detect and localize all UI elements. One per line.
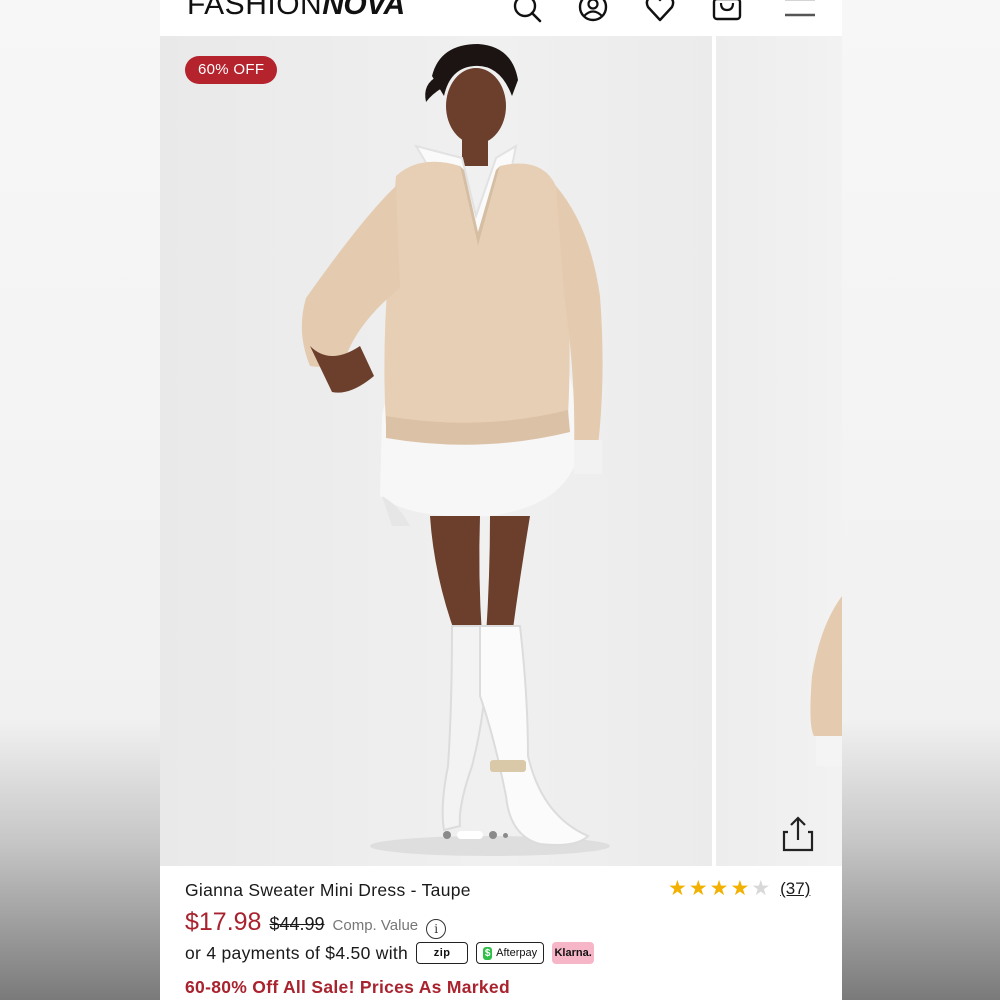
klarna-label: Klarna.	[554, 947, 592, 959]
gallery-dot-active[interactable]	[457, 831, 483, 839]
star-filled-icon: ★	[709, 877, 729, 900]
comp-value-label: Comp. Value	[332, 917, 419, 934]
gallery-dot[interactable]	[489, 831, 497, 839]
klarna-logo[interactable]: Klarna.	[552, 942, 595, 964]
product-image-next[interactable]	[716, 36, 842, 866]
sale-price: $17.98	[185, 908, 262, 936]
afterpay-dollar-icon: $	[483, 946, 493, 960]
afterpay-label: Afterpay	[496, 947, 538, 959]
sale-banner-text[interactable]: 60-80% Off All Sale! Prices As Marked	[185, 977, 510, 998]
product-info: Gianna Sweater Mini Dress - Taupe ★ ★ ★ …	[160, 866, 842, 1000]
logo-text-thin: FASHION	[187, 0, 323, 21]
product-image-main[interactable]: 60% OFF	[160, 36, 712, 866]
installment-row: or 4 payments of $4.50 with zip $ Afterpa…	[185, 942, 595, 964]
original-price: $44.99	[269, 914, 325, 934]
background-blur-right	[842, 0, 1000, 1000]
background-blur-left	[0, 0, 160, 1000]
star-filled-icon: ★	[730, 877, 750, 900]
star-filled-icon: ★	[668, 877, 687, 900]
product-rating[interactable]: ★ ★ ★ ★ ★ (37)	[668, 878, 810, 900]
installment-text: or 4 payments of $4.50 with	[185, 942, 409, 963]
price-row: $17.98 $44.99 Comp. Value i	[185, 908, 447, 939]
model-photo-illustration	[301, 44, 610, 856]
review-count-link[interactable]: (37)	[780, 879, 810, 899]
zip-label: zip	[433, 947, 451, 959]
rating-stars: ★ ★ ★ ★ ★	[668, 878, 770, 900]
afterpay-logo[interactable]: $ Afterpay	[476, 942, 545, 964]
info-icon[interactable]: i	[426, 919, 447, 939]
shopping-bag-icon[interactable]	[709, 0, 745, 28]
brand-logo[interactable]: FASHIONNOVA	[187, 0, 405, 22]
share-upload-icon[interactable]	[778, 814, 818, 854]
wishlist-heart-icon[interactable]	[642, 0, 678, 28]
gallery-pagination-dots[interactable]	[443, 831, 508, 839]
mobile-page: FASHIONNOVA 60% OFF Gianna Sweater Mini …	[160, 0, 842, 1000]
gallery-dot[interactable]	[443, 831, 451, 839]
product-title: Gianna Sweater Mini Dress - Taupe	[185, 880, 471, 900]
search-icon[interactable]	[509, 0, 545, 28]
product-image-gallery[interactable]: 60% OFF	[160, 36, 842, 866]
site-header: FASHIONNOVA	[160, 0, 842, 36]
logo-text-bold: NOVA	[322, 0, 405, 21]
hamburger-menu-icon[interactable]	[782, 0, 818, 28]
star-filled-icon: ★	[688, 877, 708, 900]
zip-pay-logo[interactable]: zip	[416, 942, 469, 964]
account-icon[interactable]	[575, 0, 611, 28]
next-photo-illustration	[810, 596, 842, 766]
discount-badge: 60% OFF	[185, 56, 278, 84]
gallery-dot[interactable]	[503, 832, 508, 838]
star-empty-icon: ★	[751, 877, 771, 900]
